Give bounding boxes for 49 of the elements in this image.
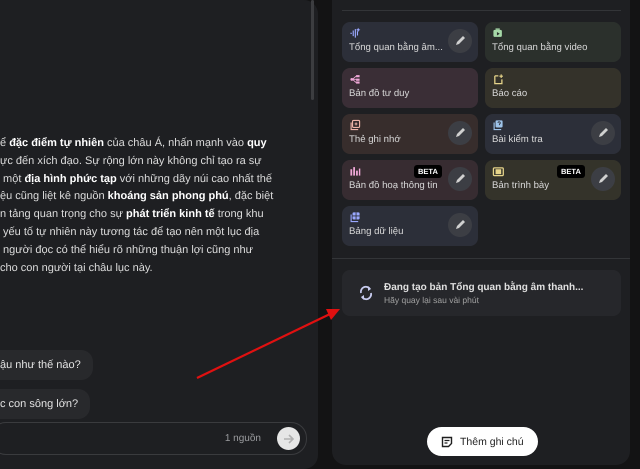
bar-chart-icon bbox=[349, 165, 361, 177]
pencil-icon bbox=[454, 173, 466, 185]
tile-label: Bản đồ hoạ thông tin bbox=[349, 180, 438, 191]
question-card-icon bbox=[492, 119, 504, 131]
pencil-icon bbox=[454, 35, 466, 47]
edit-button[interactable] bbox=[448, 213, 472, 237]
source-count: 1 nguồn bbox=[224, 433, 261, 444]
tile-label: Bản trình bày bbox=[492, 180, 550, 191]
progress-subtitle: Hãy quay lại sau vài phút bbox=[384, 294, 480, 304]
suggestion-chip[interactable]: c con sông lớn? bbox=[0, 389, 90, 419]
video-icon bbox=[492, 27, 504, 39]
edit-button[interactable] bbox=[448, 29, 472, 53]
studio-tile[interactable]: Tổng quan bằng video bbox=[485, 22, 621, 62]
tile-label: Bảng dữ liệu bbox=[349, 226, 404, 237]
table-icon bbox=[349, 211, 361, 223]
slides-icon bbox=[492, 165, 504, 177]
progress-title: Đang tạo bản Tổng quan bằng âm thanh... bbox=[384, 282, 584, 292]
arrow-right-icon bbox=[282, 432, 296, 446]
studio-tile[interactable]: Tổng quan bằng âm... bbox=[342, 22, 478, 62]
pencil-icon bbox=[454, 127, 466, 139]
tile-label: Tổng quan bằng âm... bbox=[349, 42, 443, 53]
pencil-icon bbox=[597, 173, 609, 185]
pencil-icon bbox=[597, 127, 609, 139]
send-button[interactable] bbox=[277, 427, 300, 450]
tile-label: Báo cáo bbox=[492, 88, 528, 99]
studio-tile[interactable]: Bản đồ tư duy bbox=[342, 68, 478, 108]
edit-button[interactable] bbox=[591, 121, 615, 145]
tile-label: Thẻ ghi nhớ bbox=[349, 134, 401, 145]
document-plus-icon bbox=[492, 73, 504, 85]
note-icon bbox=[441, 436, 453, 448]
chat-input-field[interactable]: 1 nguồn bbox=[0, 422, 307, 455]
pencil-icon bbox=[454, 219, 466, 231]
edit-button[interactable] bbox=[448, 167, 472, 191]
tile-label: Bài kiểm tra bbox=[492, 134, 543, 145]
edit-button[interactable] bbox=[591, 167, 615, 191]
tile-label: Tổng quan bằng video bbox=[492, 42, 588, 53]
tile-label: Bản đồ tư duy bbox=[349, 88, 410, 99]
studio-tile[interactable]: Thẻ ghi nhớ bbox=[342, 114, 478, 154]
add-note-button[interactable]: Thêm ghi chú bbox=[427, 427, 538, 456]
suggestion-chip[interactable]: ậu như thế nào? bbox=[0, 350, 93, 380]
studio-tile[interactable]: Bảng dữ liệu bbox=[342, 206, 478, 246]
mind-map-icon bbox=[349, 73, 361, 85]
cards-icon bbox=[349, 119, 361, 131]
edit-button[interactable] bbox=[448, 121, 472, 145]
sync-icon bbox=[359, 285, 373, 301]
studio-tile[interactable]: Bài kiểm tra bbox=[485, 114, 621, 154]
sparkle-bars-icon bbox=[349, 27, 361, 39]
response-paragraph: ể đặc điểm tự nhiên của châu Á, nhấn mạnh vào quy ực đến xích đạo. Sự rộng lớn này không chỉ tạo ra sự một địa hình phức tạp với những dãy núi cao nhất thế ệu cũng liệt kê nguồn khoáng sản phong phú, đặc biệt n tảng quan trọng cho sự phát triển kinh tế trong khu yếu tố tự nhiên này tương tác để tạo nên một lục địa người đọc có thể hiểu rõ những thuận lợi cũng như cho con người tại châu lục này. bbox=[0, 136, 274, 276]
studio-tile[interactable]: Báo cáo bbox=[485, 68, 621, 108]
